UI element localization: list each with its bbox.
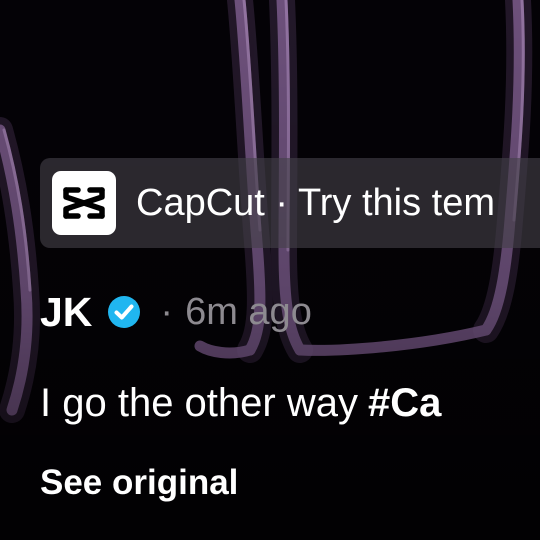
video-vignette bbox=[0, 0, 540, 540]
post-caption: I go the other way #Ca bbox=[40, 378, 441, 428]
capcut-logo-icon bbox=[52, 171, 116, 235]
see-original-link[interactable]: See original bbox=[40, 460, 238, 506]
caption-hashtag[interactable]: #Ca bbox=[368, 381, 441, 425]
banner-separator: · bbox=[275, 182, 289, 224]
capcut-app-name: CapCut bbox=[136, 182, 265, 224]
author-row: JK · 6m ago bbox=[40, 286, 312, 338]
capcut-template-banner[interactable]: CapCut · Try this tem bbox=[40, 158, 540, 248]
capcut-banner-text: CapCut · Try this tem bbox=[136, 181, 495, 225]
post-timestamp: 6m ago bbox=[185, 290, 312, 333]
post-view: CapCut · Try this tem JK · 6m ago I go t… bbox=[0, 0, 540, 540]
verified-badge-icon bbox=[108, 296, 141, 328]
try-template-text: Try this tem bbox=[297, 182, 495, 224]
caption-text: I go the other way bbox=[40, 381, 358, 425]
author-name[interactable]: JK bbox=[40, 287, 92, 337]
meta-separator: · bbox=[160, 290, 174, 333]
